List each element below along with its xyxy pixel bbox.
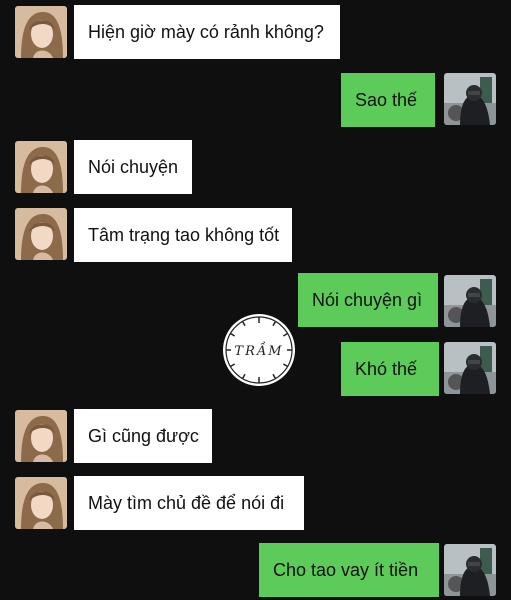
contact-avatar[interactable] bbox=[15, 208, 67, 260]
incoming-message-bubble[interactable]: Gì cũng được bbox=[74, 409, 212, 463]
user-avatar[interactable] bbox=[444, 342, 496, 394]
contact-avatar[interactable] bbox=[15, 6, 67, 58]
message-text: Hiện giờ mày có rảnh không? bbox=[88, 21, 324, 42]
boy-avatar-icon bbox=[444, 73, 496, 125]
girl-avatar-icon bbox=[15, 208, 67, 260]
outgoing-message-bubble[interactable]: Cho tao vay ít tiền bbox=[259, 543, 439, 597]
contact-avatar[interactable] bbox=[15, 410, 67, 462]
incoming-message-bubble[interactable]: Tâm trạng tao không tốt bbox=[74, 208, 292, 262]
boy-avatar-icon bbox=[444, 342, 496, 394]
outgoing-message-bubble[interactable]: Nói chuyện gì bbox=[298, 273, 438, 327]
incoming-message-bubble[interactable]: Hiện giờ mày có rảnh không? bbox=[74, 5, 340, 59]
user-avatar[interactable] bbox=[444, 275, 496, 327]
girl-avatar-icon bbox=[15, 141, 67, 193]
message-text: Sao thế bbox=[355, 89, 418, 110]
girl-avatar-icon bbox=[15, 6, 67, 58]
outgoing-message-bubble[interactable]: Khó thế bbox=[341, 342, 439, 396]
message-text: Nói chuyện gì bbox=[312, 289, 423, 310]
message-text: Cho tao vay ít tiền bbox=[273, 559, 419, 580]
chat-thread: Hiện giờ mày có rảnh không? Sao thế Nói … bbox=[0, 0, 511, 600]
incoming-message-bubble[interactable]: Mày tìm chủ đề để nói đi bbox=[74, 476, 304, 530]
message-text: Nói chuyện bbox=[88, 156, 179, 177]
watermark-text: TRẦM bbox=[234, 341, 283, 359]
user-avatar[interactable] bbox=[444, 544, 496, 596]
message-text: Khó thế bbox=[355, 358, 418, 379]
outgoing-message-bubble[interactable]: Sao thế bbox=[341, 73, 435, 127]
girl-avatar-icon bbox=[15, 477, 67, 529]
message-text: Tâm trạng tao không tốt bbox=[88, 224, 280, 245]
contact-avatar[interactable] bbox=[15, 477, 67, 529]
boy-avatar-icon bbox=[444, 275, 496, 327]
girl-avatar-icon bbox=[15, 410, 67, 462]
user-avatar[interactable] bbox=[444, 73, 496, 125]
message-text: Mày tìm chủ đề để nói đi bbox=[88, 492, 285, 513]
message-text: Gì cũng được bbox=[88, 425, 199, 446]
watermark-seal: TRẦM bbox=[221, 312, 297, 388]
contact-avatar[interactable] bbox=[15, 141, 67, 193]
boy-avatar-icon bbox=[444, 544, 496, 596]
incoming-message-bubble[interactable]: Nói chuyện bbox=[74, 140, 192, 194]
clock-seal-icon: TRẦM bbox=[223, 314, 295, 386]
